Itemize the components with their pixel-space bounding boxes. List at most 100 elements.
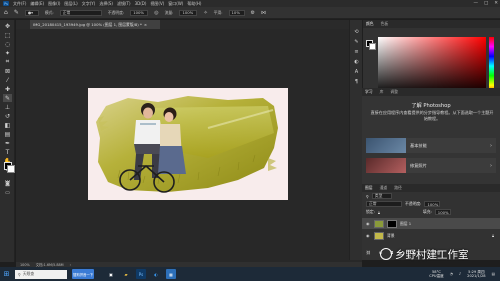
task-view-icon[interactable]: ▣	[106, 269, 116, 279]
eyedropper-tool-icon[interactable]: ⁄	[3, 76, 12, 84]
properties-icon[interactable]: ≡	[352, 48, 361, 56]
tab-swatches[interactable]: 色板	[381, 21, 389, 27]
clock[interactable]: 5:29 周四 2021/1/28	[467, 270, 485, 278]
blend-mode-select[interactable]: 正常	[366, 201, 402, 207]
tab-adjustments[interactable]: 调整	[390, 89, 398, 95]
document-canvas[interactable]	[88, 88, 288, 200]
menu-type[interactable]: 文字(Y)	[82, 1, 96, 7]
photos-app-icon[interactable]: ▦	[166, 269, 176, 279]
character-icon[interactable]: A	[352, 68, 361, 76]
type-tool-icon[interactable]: T	[3, 148, 12, 156]
menu-help[interactable]: 帮助(H)	[187, 1, 201, 7]
menu-window[interactable]: 窗口(W)	[168, 1, 183, 7]
layer-row[interactable]: ◉ 图层 1	[362, 218, 500, 229]
tab-layers[interactable]: 图层	[365, 185, 373, 191]
taskbar-search-box[interactable]: ⚲ 天眼查	[15, 269, 67, 279]
lasso-tool-icon[interactable]: ◌	[3, 40, 12, 48]
menu-file[interactable]: 文件(F)	[13, 1, 26, 7]
eraser-tool-icon[interactable]: ◧	[3, 121, 12, 129]
color-picker-field[interactable]	[378, 37, 486, 95]
notification-icon[interactable]: ▤	[492, 272, 495, 276]
learn-card-basic-skills[interactable]: 基本技能 ›	[366, 138, 496, 153]
brush-settings-icon[interactable]: ✎	[352, 38, 361, 46]
close-button[interactable]: ✕	[494, 1, 498, 6]
edge-browser-icon[interactable]: ◐	[151, 269, 161, 279]
background-color-swatch[interactable]	[7, 165, 15, 173]
gradient-tool-icon[interactable]: ▤	[3, 130, 12, 138]
crop-tool-icon[interactable]: ⌗	[3, 58, 12, 66]
adjust-icon[interactable]: ◐	[352, 58, 361, 66]
link-layers-icon[interactable]: ⛓	[366, 250, 371, 255]
symmetry-icon[interactable]: ⋈	[261, 10, 266, 16]
lock-icon[interactable]: 🔒︎	[378, 210, 380, 215]
status-arrow-icon[interactable]: ›	[70, 263, 71, 267]
fill-field[interactable]: 100%	[434, 209, 451, 215]
document-tab-close[interactable]: ×	[144, 22, 147, 27]
volume-icon[interactable]: ♪	[459, 272, 461, 276]
mode-select[interactable]: 正常	[59, 9, 102, 16]
smooth-label: 平滑:	[213, 9, 223, 15]
layers-opacity-label: 不透明度:	[405, 201, 422, 206]
healing-brush-tool-icon[interactable]: ✚	[3, 85, 12, 93]
file-explorer-icon[interactable]: ▰	[121, 269, 131, 279]
menu-edit[interactable]: 编辑(E)	[30, 1, 44, 7]
airbrush-icon[interactable]: ✧	[203, 10, 207, 16]
menu-image[interactable]: 图像(I)	[48, 1, 60, 7]
panel-background-swatch[interactable]	[369, 43, 376, 50]
menu-view[interactable]: 视图(V)	[150, 1, 164, 7]
learn-card-fix-photo[interactable]: 修复照片 ›	[366, 158, 496, 173]
zoom-level[interactable]: 100%	[20, 263, 30, 267]
screen-mode-icon[interactable]: ▭	[3, 189, 12, 197]
layer-kind-filter[interactable]: 类型	[371, 193, 392, 199]
settings-gear-icon[interactable]: ⚙	[251, 10, 255, 16]
learn-panel-tabs: 学习 库 调整	[362, 88, 500, 96]
layer-mask-thumbnail[interactable]	[387, 219, 397, 228]
maximize-button[interactable]: □	[484, 1, 488, 6]
taskbar-search-placeholder: 天眼查	[22, 271, 35, 276]
quick-mask-icon[interactable]: ◙	[3, 180, 12, 188]
marquee-tool-icon[interactable]: ⬚	[3, 31, 12, 39]
basic-skills-thumbnail	[366, 138, 406, 153]
clone-stamp-tool-icon[interactable]: ⊥	[3, 103, 12, 111]
tab-channels[interactable]: 通道	[380, 185, 388, 191]
brush-tool-icon[interactable]: ✎	[14, 9, 19, 16]
quick-select-tool-icon[interactable]: ✦	[3, 49, 12, 57]
document-tab[interactable]: IMG_20180415_193949.jpg @ 100% (图层 1, 图层…	[30, 20, 160, 29]
brush-tool-icon[interactable]: ✎	[3, 94, 12, 102]
history-panel-icon[interactable]: ⟲	[352, 28, 361, 36]
brush-size-picker[interactable]: ●▾	[24, 9, 39, 16]
menu-select[interactable]: 选择(S)	[99, 1, 113, 7]
menu-3d[interactable]: 3D(D)	[135, 1, 147, 6]
tab-color[interactable]: 颜色	[366, 21, 374, 27]
menu-filter[interactable]: 滤镜(T)	[117, 1, 131, 7]
cpu-temp-widget[interactable]: 58°C CPU温度	[429, 270, 444, 278]
tab-paths[interactable]: 路径	[394, 185, 402, 191]
smooth-field[interactable]: 10%	[228, 9, 245, 16]
options-bar: ⌂ ✎ ●▾ 模式: 正常 不透明度: 100% ◎ 流量: 100% ✧ 平滑…	[0, 7, 500, 19]
move-tool-icon[interactable]: ✥	[3, 22, 12, 30]
pressure-opacity-icon[interactable]: ◎	[154, 10, 158, 16]
menu-layer[interactable]: 图层(L)	[64, 1, 77, 7]
opacity-field[interactable]: 100%	[130, 9, 149, 16]
minimize-button[interactable]: —	[473, 1, 478, 6]
tab-learn[interactable]: 学习	[365, 89, 373, 95]
flow-field[interactable]: 100%	[179, 9, 198, 16]
windows-start-icon[interactable]: ⊞	[0, 267, 13, 281]
layers-opacity-field[interactable]: 100%	[424, 201, 441, 207]
taskbar-search-button[interactable]: 搜狗拼音一下	[72, 269, 94, 279]
network-icon[interactable]: ◔	[450, 272, 453, 276]
pen-tool-icon[interactable]: ✒	[3, 139, 12, 147]
layers-panel-tabs: 图层 通道 路径	[362, 184, 500, 192]
tab-libraries[interactable]: 库	[380, 89, 384, 95]
hue-slider[interactable]	[489, 37, 494, 95]
document-tab-title: IMG_20180415_193949.jpg @ 100% (图层 1, 图层…	[33, 21, 142, 27]
cpu-temp-label: CPU温度	[429, 274, 444, 278]
photoshop-taskbar-icon[interactable]: Ps	[136, 269, 146, 279]
frame-tool-icon[interactable]: ⊠	[3, 67, 12, 75]
paragraph-icon[interactable]: ¶	[352, 78, 361, 86]
layer-row[interactable]: ◉ 背景 🔒︎	[362, 230, 500, 241]
home-icon[interactable]: ⌂	[4, 9, 8, 16]
history-brush-tool-icon[interactable]: ↺	[3, 112, 12, 120]
visibility-eye-icon[interactable]: ◉	[366, 233, 371, 238]
visibility-eye-icon[interactable]: ◉	[366, 221, 371, 226]
